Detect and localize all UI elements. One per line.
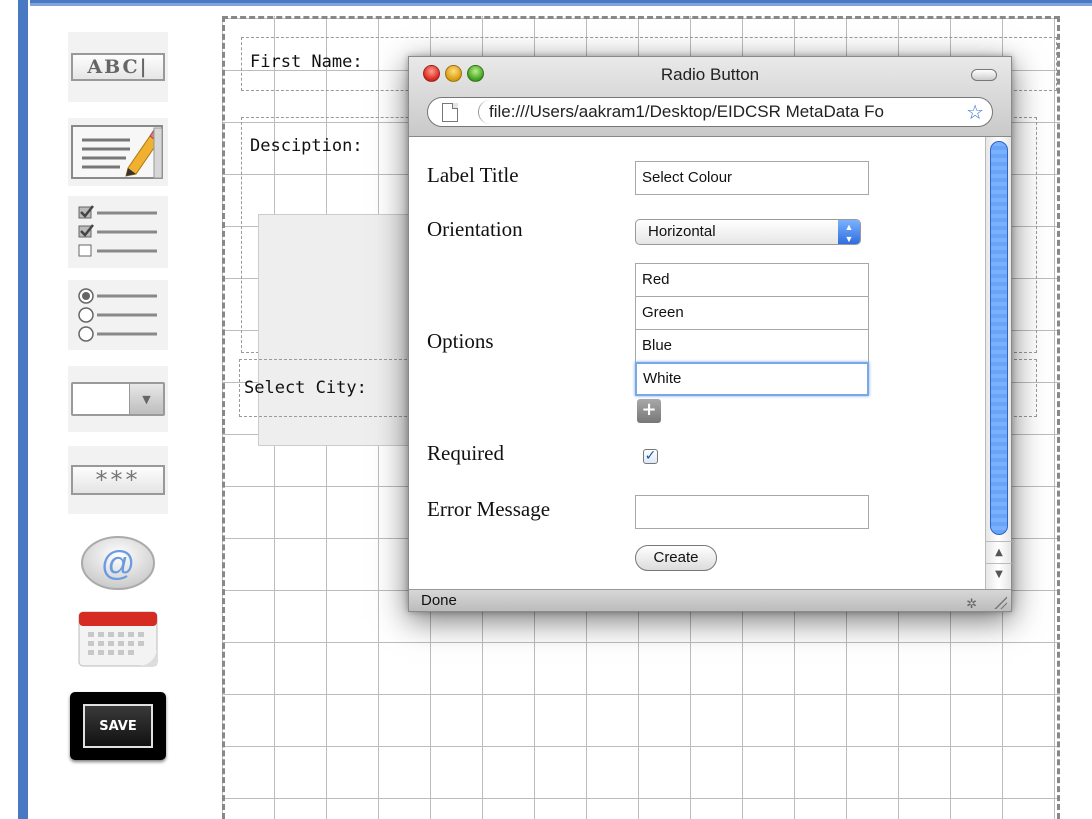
save-tool[interactable]: SAVE — [68, 690, 168, 762]
window-frame-top — [18, 0, 1092, 6]
add-option-button[interactable]: + — [637, 399, 661, 423]
email-at-icon: @ — [81, 536, 155, 590]
option-input-blue[interactable]: Blue — [635, 329, 869, 363]
orientation-value: Horizontal — [648, 223, 716, 240]
textfield-tool-icon: ABC| — [71, 53, 165, 81]
label-title-input[interactable]: Select Colour — [635, 161, 869, 195]
addon-puzzle-icon[interactable]: ✲ — [966, 593, 977, 615]
password-stars: *** — [95, 466, 141, 494]
toolbar-toggle-button[interactable] — [971, 69, 997, 81]
status-bar: Done ✲ — [409, 589, 1011, 611]
scrollbar-thumb[interactable] — [990, 141, 1008, 535]
orientation-label: Orientation — [427, 217, 523, 241]
vertical-scrollbar[interactable]: ▲ ▼ — [985, 137, 1012, 589]
first-name-label: First Name: — [250, 52, 363, 72]
create-button[interactable]: Create — [635, 545, 717, 571]
abc-text: ABC| — [87, 56, 149, 78]
error-message-input[interactable] — [635, 495, 869, 529]
dialog-content: Label Title Select Colour Orientation Ho… — [409, 137, 985, 589]
password-tool-icon: *** — [71, 465, 165, 495]
option-input-white[interactable]: White — [635, 362, 869, 396]
description-label: Desciption: — [250, 136, 363, 156]
url-text[interactable]: file:///Users/aakram1/Desktop/EIDCSR Met… — [478, 100, 990, 124]
textfield-tool[interactable]: ABC| — [68, 32, 168, 102]
label-title-label: Label Title — [427, 163, 519, 187]
radio-list-icon — [78, 288, 157, 342]
option-input-red[interactable]: Red — [635, 263, 869, 297]
scroll-up-arrow-icon[interactable]: ▲ — [986, 541, 1012, 563]
orientation-select[interactable]: Horizontal ▲ ▼ — [635, 219, 861, 245]
at-glyph: @ — [101, 545, 136, 583]
page-icon — [442, 103, 458, 122]
save-button[interactable]: SAVE — [70, 692, 166, 760]
calendar-icon — [78, 611, 158, 667]
email-tool[interactable]: @ — [68, 528, 168, 594]
select-chevron-icon: ▲ ▼ — [838, 220, 860, 244]
error-message-label: Error Message — [427, 497, 551, 521]
resize-grip-icon[interactable] — [993, 595, 1007, 609]
radio-tool[interactable] — [68, 280, 168, 350]
title-bar[interactable]: Radio Button file:///Users/aakram1/Deskt… — [409, 57, 1011, 137]
select-city-label: Select City: — [244, 378, 367, 398]
option-input-green[interactable]: Green — [635, 296, 869, 330]
status-text: Done — [421, 592, 457, 609]
password-tool[interactable]: *** — [68, 446, 168, 514]
select-tool-icon: ▼ — [71, 382, 165, 416]
textarea-tool[interactable] — [68, 118, 168, 186]
dropdown-arrow-icon: ▼ — [129, 384, 163, 414]
options-label: Options — [427, 329, 494, 353]
window-frame-left — [0, 0, 30, 819]
date-tool[interactable] — [68, 604, 168, 674]
scroll-down-arrow-icon[interactable]: ▼ — [986, 563, 1012, 585]
checkbox-list-icon — [78, 205, 157, 257]
select-tool[interactable]: ▼ — [68, 366, 168, 432]
required-label: Required — [427, 441, 504, 465]
address-bar[interactable]: file:///Users/aakram1/Desktop/EIDCSR Met… — [427, 97, 993, 127]
required-checkbox[interactable]: ✓ — [643, 449, 658, 464]
textarea-pencil-icon — [71, 125, 163, 179]
window-title: Radio Button — [660, 65, 760, 84]
save-label: SAVE — [83, 704, 153, 748]
radio-button-dialog: Radio Button file:///Users/aakram1/Deskt… — [408, 56, 1012, 612]
bookmark-star-icon[interactable]: ☆ — [966, 101, 984, 123]
checkbox-tool[interactable] — [68, 196, 168, 268]
